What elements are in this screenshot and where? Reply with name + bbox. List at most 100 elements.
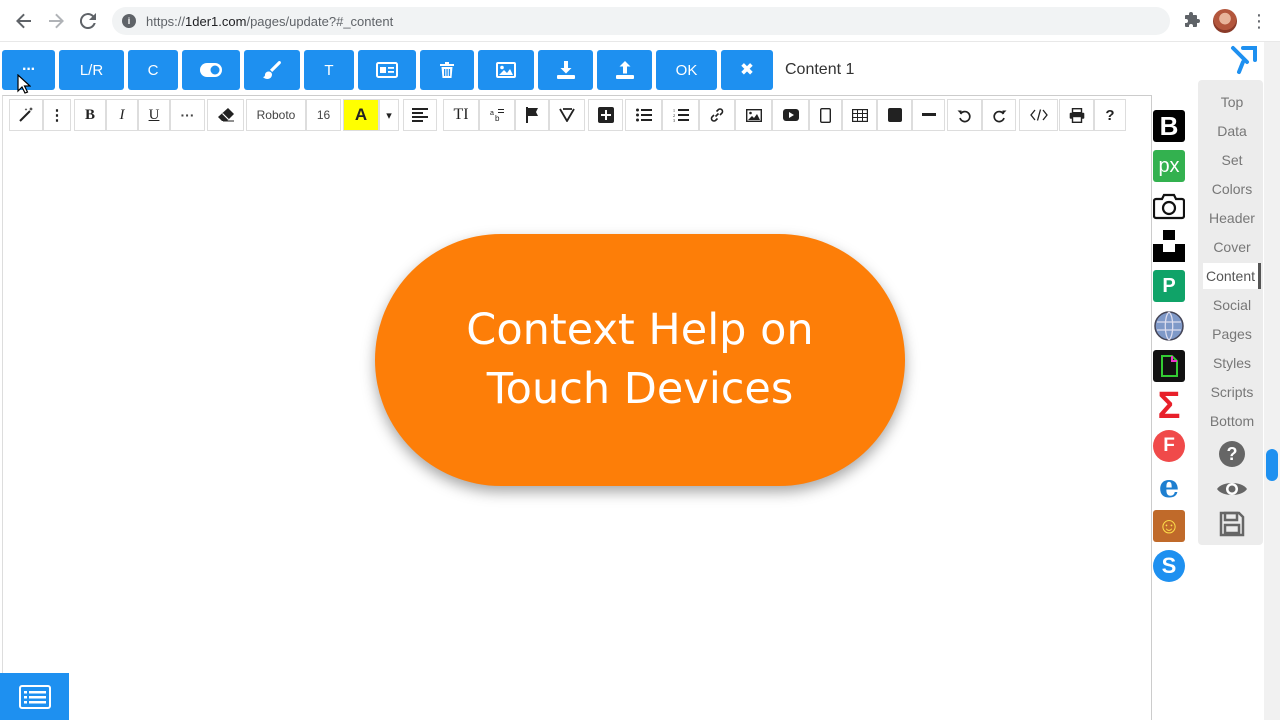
filter-button[interactable]: [549, 99, 585, 131]
close-icon: ✖: [739, 60, 755, 79]
help-button[interactable]: ?: [1094, 99, 1126, 131]
undo-button[interactable]: [947, 99, 982, 131]
upload-icon: [615, 61, 634, 79]
add-button[interactable]: [588, 99, 623, 131]
video-button[interactable]: [772, 99, 809, 131]
bullet-list-button[interactable]: [625, 99, 662, 131]
paragraph-style-button[interactable]: ab: [479, 99, 515, 131]
brush-icon: [263, 61, 281, 79]
ok-button[interactable]: OK: [656, 50, 717, 90]
scrollbar-thumb[interactable]: [1266, 449, 1278, 481]
pill-title: Context Help on Touch Devices: [466, 305, 814, 414]
back-arrow-icon[interactable]: [12, 9, 36, 33]
image-button[interactable]: [478, 50, 534, 90]
align-button[interactable]: [403, 99, 437, 131]
nav-item-styles[interactable]: Styles: [1203, 350, 1261, 376]
link-button[interactable]: [699, 99, 735, 131]
toggle-icon: [200, 63, 222, 77]
text-color-button[interactable]: A: [343, 99, 379, 131]
nav-item-social[interactable]: Social: [1203, 292, 1261, 318]
card-button[interactable]: [358, 50, 416, 90]
vertical-more-button[interactable]: ⋮: [43, 99, 71, 131]
flag-button[interactable]: [515, 99, 549, 131]
print-button[interactable]: [1059, 99, 1094, 131]
youtube-icon: [782, 109, 799, 121]
address-bar[interactable]: i https://1der1.com/pages/update?#_conte…: [112, 7, 1170, 35]
nav-item-colors[interactable]: Colors: [1203, 176, 1261, 202]
nav-item-data[interactable]: Data: [1203, 118, 1261, 144]
font-size-select[interactable]: 16: [306, 99, 341, 131]
nav-item-content[interactable]: Content: [1203, 263, 1261, 289]
site-info-icon[interactable]: i: [122, 14, 136, 28]
f-icon[interactable]: F: [1153, 430, 1185, 462]
brush-button[interactable]: [244, 50, 300, 90]
insert-image-button[interactable]: [735, 99, 772, 131]
c-button[interactable]: C: [128, 50, 178, 90]
block-button[interactable]: [877, 99, 912, 131]
nav-item-pages[interactable]: Pages: [1203, 321, 1261, 347]
undo-icon: [957, 110, 971, 122]
list-card-icon: [18, 684, 51, 709]
nav-item-bottom[interactable]: Bottom: [1203, 408, 1261, 434]
keyboard-list-button[interactable]: [0, 673, 69, 720]
nav-item-header[interactable]: Header: [1203, 205, 1261, 231]
nav-item-set[interactable]: Set: [1203, 147, 1261, 173]
table-button[interactable]: [842, 99, 877, 131]
file-icon[interactable]: [1153, 350, 1185, 382]
toggle-button[interactable]: [182, 50, 240, 90]
lr-button[interactable]: L/R: [59, 50, 124, 90]
unsplash-icon[interactable]: [1153, 230, 1185, 262]
emoji-book-icon[interactable]: ☺: [1153, 510, 1185, 542]
globe-icon[interactable]: [1153, 310, 1185, 342]
nav-item-scripts[interactable]: Scripts: [1203, 379, 1261, 405]
p-icon[interactable]: P: [1153, 270, 1185, 302]
context-help-pill[interactable]: Context Help on Touch Devices: [375, 234, 905, 486]
help-circle-icon[interactable]: ?: [1216, 438, 1248, 470]
pin-icon[interactable]: [1228, 44, 1260, 76]
table-icon: [851, 108, 868, 122]
download-icon: [556, 61, 575, 79]
browser-chrome: i https://1der1.com/pages/update?#_conte…: [0, 0, 1280, 42]
sigma-icon[interactable]: Σ: [1153, 385, 1185, 427]
more-format-button[interactable]: ···: [170, 99, 205, 131]
trash-icon: [440, 62, 454, 78]
ie-icon[interactable]: e: [1153, 467, 1185, 505]
underline-button[interactable]: U: [138, 99, 170, 131]
delete-button[interactable]: [420, 50, 474, 90]
numbered-list-icon: 123: [673, 108, 689, 122]
svg-text:3: 3: [673, 118, 675, 122]
text-size-button[interactable]: TI: [443, 99, 479, 131]
plus-square-icon: [597, 107, 614, 123]
clear-format-button[interactable]: [207, 99, 244, 131]
color-dropdown-button[interactable]: ▾: [379, 99, 399, 131]
bold-button[interactable]: B: [74, 99, 106, 131]
close-button[interactable]: ✖: [721, 50, 773, 90]
nav-item-top[interactable]: Top: [1203, 89, 1261, 115]
reload-icon[interactable]: [76, 9, 100, 33]
skype-icon[interactable]: S: [1153, 550, 1185, 582]
save-icon[interactable]: [1216, 508, 1248, 540]
square-icon: [887, 108, 902, 122]
device-button[interactable]: [809, 99, 842, 131]
px-icon[interactable]: px: [1153, 150, 1185, 182]
extensions-puzzle-icon[interactable]: [1183, 11, 1201, 29]
profile-avatar[interactable]: [1213, 9, 1237, 33]
camera-icon[interactable]: [1153, 190, 1185, 222]
horizontal-rule-button[interactable]: [912, 99, 945, 131]
download-button[interactable]: [538, 50, 593, 90]
italic-button[interactable]: I: [106, 99, 138, 131]
forward-arrow-icon[interactable]: [44, 9, 68, 33]
redo-button[interactable]: [982, 99, 1016, 131]
upload-button[interactable]: [597, 50, 652, 90]
font-family-select[interactable]: Roboto: [246, 99, 306, 131]
url-text: https://1der1.com/pages/update?#_content: [146, 13, 394, 29]
b-icon[interactable]: B: [1153, 110, 1185, 142]
scrollbar-track[interactable]: [1264, 42, 1280, 720]
code-view-button[interactable]: [1019, 99, 1058, 131]
eye-icon[interactable]: [1216, 473, 1248, 505]
nav-item-cover[interactable]: Cover: [1203, 234, 1261, 260]
magic-wand-button[interactable]: [9, 99, 43, 131]
numbered-list-button[interactable]: 123: [662, 99, 699, 131]
text-button[interactable]: T: [304, 50, 354, 90]
browser-menu-icon[interactable]: ⋮: [1250, 10, 1268, 32]
